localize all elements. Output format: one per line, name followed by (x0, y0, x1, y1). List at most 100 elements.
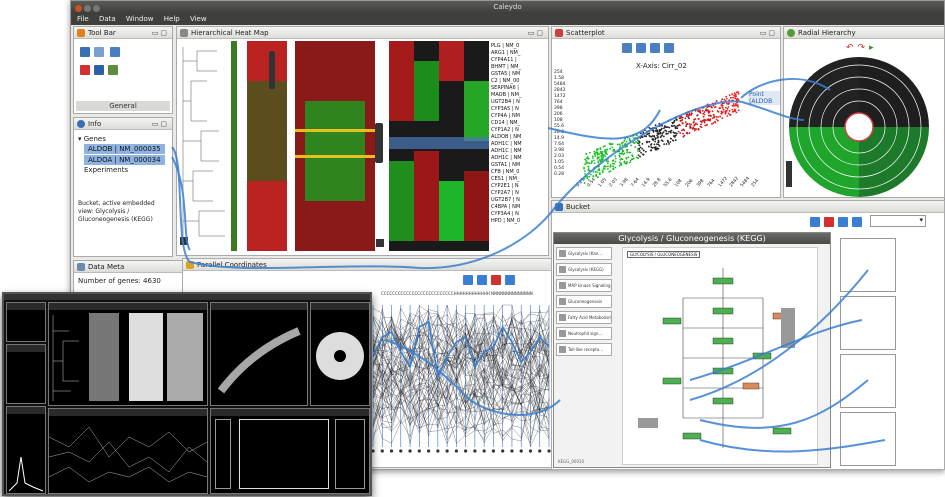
tree-root-genes[interactable]: ▾ Genes (78, 134, 165, 144)
scatter-point (731, 108, 734, 111)
clear-icon[interactable] (80, 65, 90, 75)
axis-handle[interactable] (436, 449, 440, 453)
axis-handle[interactable] (445, 449, 449, 453)
color-icon[interactable] (664, 43, 674, 53)
view-dropdown[interactable]: ▾ (870, 215, 926, 227)
pathway-list-item[interactable]: Gluconeogenesis (556, 295, 612, 308)
scatter-point (721, 98, 724, 101)
scroll-left-button-2[interactable] (376, 239, 384, 247)
scatter-point (667, 120, 670, 123)
rotate-icon[interactable] (810, 217, 820, 227)
scatter-point (607, 165, 609, 168)
grid-icon[interactable] (94, 47, 104, 57)
gene-label: CES1 | NM_ (491, 176, 520, 182)
scroll-left-button[interactable] (180, 237, 188, 245)
save-icon[interactable] (80, 47, 90, 57)
bucket-thumbnail[interactable] (840, 296, 896, 350)
scatter-point (729, 96, 732, 99)
axis-handle[interactable] (482, 449, 486, 453)
overview-scroll-thumb[interactable] (269, 51, 275, 89)
y-tick-label: 3.98 (554, 147, 564, 153)
axis-swap-icon[interactable] (622, 43, 632, 53)
filter-icon[interactable] (477, 275, 487, 285)
axis-handle[interactable] (408, 449, 412, 453)
axis-handle[interactable] (399, 449, 403, 453)
axis-handle[interactable] (464, 449, 468, 453)
scatter-point (601, 158, 603, 161)
axis-handle[interactable] (426, 449, 431, 453)
menu-window[interactable]: Window (126, 15, 154, 23)
scatter-canvas[interactable]: 2541.5854842842147276439820610855.628.81… (552, 67, 780, 197)
scatter-point (614, 155, 617, 158)
menu-help[interactable]: Help (164, 15, 180, 23)
redo-icon[interactable]: ↷ (858, 43, 866, 53)
axis-handle[interactable] (380, 449, 384, 453)
pathway-label: GLYCOLYSIS / GLUCONEOGENESIS (627, 251, 701, 258)
menu-view[interactable]: View (190, 15, 207, 23)
reset-icon[interactable] (491, 275, 501, 285)
bucket-thumbnail[interactable] (840, 238, 896, 292)
radial-toolbar: ↶ ↷ ▸ (846, 43, 874, 53)
scatter-point (685, 132, 688, 134)
menu-data[interactable]: Data (99, 15, 116, 23)
remove-icon[interactable] (824, 217, 834, 227)
scatter-point (725, 95, 728, 98)
selected-gene-row[interactable] (389, 137, 489, 149)
panel-window-buttons[interactable]: ▭▢ (528, 27, 545, 38)
scatter-point (679, 120, 682, 122)
inset-parallel-panel (48, 408, 208, 494)
camera-icon[interactable] (110, 47, 120, 57)
scatter-point (714, 102, 717, 104)
scatter-point (665, 143, 668, 145)
bucket-thumbnail[interactable] (840, 354, 896, 408)
bucket-thumbnail[interactable] (840, 412, 896, 466)
radial-canvas[interactable] (784, 41, 944, 197)
tree-item-experiments[interactable]: Experiments (84, 165, 165, 175)
scatter-point (664, 129, 667, 132)
chart-icon[interactable] (108, 65, 118, 75)
scatter-point (720, 110, 723, 113)
scatter-point (626, 149, 629, 152)
scatter-point (597, 165, 599, 168)
settings-icon[interactable] (505, 275, 515, 285)
info-panel-header: Info ▭▢ (74, 118, 172, 130)
undo-icon[interactable]: ↶ (846, 43, 854, 53)
axis-handle[interactable] (389, 449, 394, 453)
layout-icon[interactable] (94, 65, 104, 75)
axis-handle[interactable] (501, 449, 505, 453)
scatter-point (593, 159, 595, 162)
pathway-list-item[interactable]: Fatty Acid Metabolism (556, 311, 612, 324)
axis-handle[interactable] (538, 449, 542, 453)
scatter-point (704, 124, 707, 127)
tree-item-aldoa[interactable]: ALDOA | NM_000034 (84, 155, 165, 165)
scatter-point (694, 118, 697, 120)
pathway-list-item[interactable]: Glycolysis (Kan... (556, 247, 612, 260)
pathway-list-item[interactable]: Toll-like recepto... (556, 343, 612, 356)
axis-handle[interactable] (519, 449, 523, 453)
expand-icon[interactable] (852, 217, 862, 227)
layout-grid-icon[interactable] (838, 217, 848, 227)
radial-slider[interactable] (786, 161, 792, 187)
tree-item-aldob[interactable]: ALDOB | NM_000035 (84, 144, 165, 154)
axis-handle[interactable] (491, 449, 496, 453)
axis-handle[interactable] (510, 449, 514, 453)
scatter-point (625, 162, 628, 165)
axis-handle[interactable] (473, 449, 477, 453)
menu-file[interactable]: File (77, 15, 89, 23)
panel-window-buttons[interactable]: ▭▢ (152, 118, 169, 129)
mid-scroll-thumb[interactable] (375, 123, 383, 163)
axis-handle[interactable] (417, 449, 421, 453)
axis-icon[interactable] (463, 275, 473, 285)
axis-handle[interactable] (528, 449, 533, 453)
scatter-point (591, 157, 594, 159)
pathway-list-item[interactable]: Glycolysis (KEGG) (556, 263, 612, 276)
zoom-icon[interactable] (636, 43, 646, 53)
axis-handle[interactable] (454, 449, 458, 453)
pathway-diagram[interactable]: GLYCOLYSIS / GLUCONEOGENESIS (622, 247, 818, 465)
panel-window-buttons[interactable]: ▭▢ (760, 27, 777, 38)
matrix-icon[interactable] (650, 43, 660, 53)
pathway-list-item[interactable]: MAP kinase Signaling P... (556, 279, 612, 292)
panel-window-buttons[interactable]: ▭▢ (152, 27, 169, 38)
pathway-list-item[interactable]: Neutrophil sign... (556, 327, 612, 340)
forward-icon[interactable]: ▸ (869, 43, 874, 53)
